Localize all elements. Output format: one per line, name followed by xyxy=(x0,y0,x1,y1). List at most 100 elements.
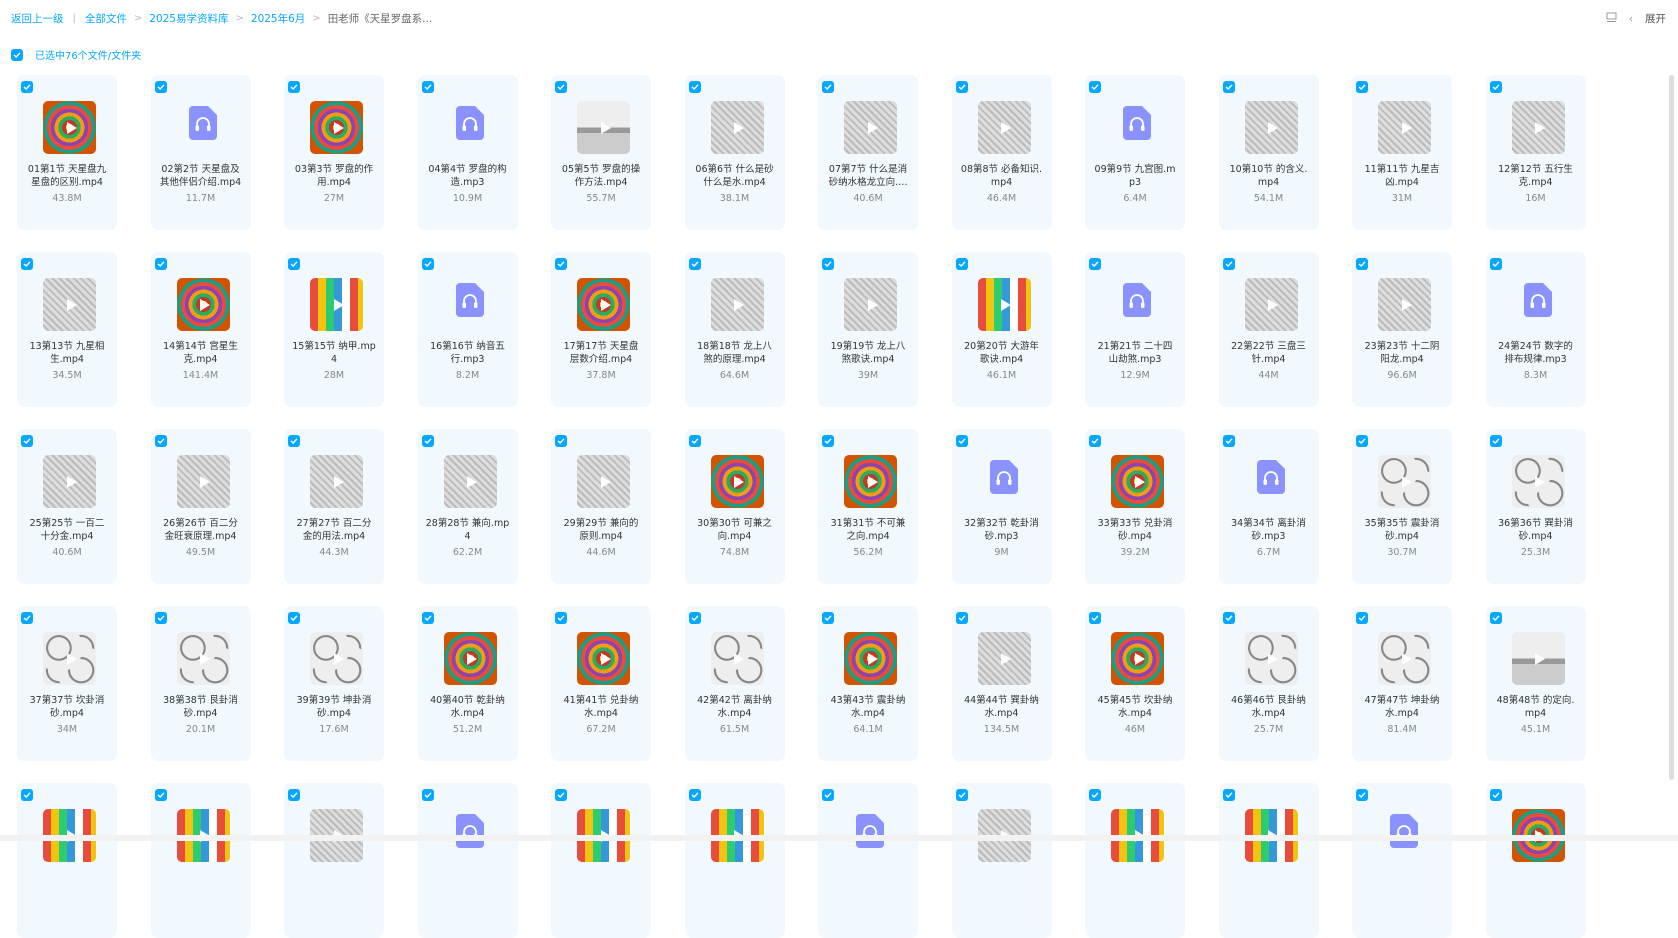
file-card[interactable]: 15第15节 纳甲.mp4 28M xyxy=(284,252,384,407)
file-checkbox[interactable] xyxy=(555,612,567,624)
file-checkbox[interactable] xyxy=(154,435,167,447)
horizontal-scrollbar[interactable] xyxy=(0,835,1678,841)
file-checkbox[interactable] xyxy=(421,789,434,801)
file-card[interactable]: 21第21节 二十四山劫煞.mp3 12.9M xyxy=(1085,252,1185,407)
file-card[interactable] xyxy=(551,783,651,938)
file-card[interactable]: 11第11节 九星吉凶.mp4 31M xyxy=(1352,75,1452,230)
vertical-scrollbar[interactable] xyxy=(1669,75,1674,780)
file-card[interactable]: 04第4节 罗盘的构造.mp3 10.9M xyxy=(417,75,518,230)
file-checkbox[interactable] xyxy=(1089,789,1101,801)
file-card[interactable] xyxy=(284,783,384,938)
file-checkbox[interactable] xyxy=(822,789,834,801)
file-checkbox[interactable] xyxy=(1222,789,1235,801)
file-checkbox[interactable] xyxy=(21,789,33,801)
file-checkbox[interactable] xyxy=(555,258,567,270)
file-card[interactable]: 36第36节 巽卦消砂.mp4 25.3M xyxy=(1485,429,1586,584)
file-checkbox[interactable] xyxy=(21,435,33,447)
file-checkbox[interactable] xyxy=(955,81,968,93)
file-checkbox[interactable] xyxy=(21,81,33,93)
file-checkbox[interactable] xyxy=(555,435,567,447)
file-checkbox[interactable] xyxy=(955,435,968,447)
file-card[interactable]: 33第33节 兑卦消砂.mp4 39.2M xyxy=(1085,429,1185,584)
file-checkbox[interactable] xyxy=(1489,81,1502,93)
file-checkbox[interactable] xyxy=(1222,81,1235,93)
back-link[interactable]: 返回上一级 xyxy=(11,11,64,26)
file-checkbox[interactable] xyxy=(421,612,434,624)
file-card[interactable]: 46第46节 艮卦纳水.mp4 25.7M xyxy=(1218,606,1319,761)
file-checkbox[interactable] xyxy=(1089,81,1101,93)
file-card[interactable]: 40第40节 乾卦纳水.mp4 51.2M xyxy=(417,606,518,761)
file-card[interactable] xyxy=(417,783,518,938)
file-card[interactable]: 12第12节 五行生克.mp4 16M xyxy=(1485,75,1586,230)
file-card[interactable]: 47第47节 坤卦纳水.mp4 81.4M xyxy=(1352,606,1452,761)
file-card[interactable]: 35第35节 震卦消砂.mp4 30.7M xyxy=(1352,429,1452,584)
file-card[interactable]: 44第44节 巽卦纳水.mp4 134.5M xyxy=(951,606,1052,761)
file-checkbox[interactable] xyxy=(154,81,167,93)
file-card[interactable]: 18第18节 龙上八煞的原理.mp4 64.6M xyxy=(684,252,785,407)
file-checkbox[interactable] xyxy=(822,258,834,270)
file-card[interactable]: 24第24节 数字的排布规律.mp3 8.3M xyxy=(1485,252,1586,407)
file-checkbox[interactable] xyxy=(288,258,300,270)
breadcrumb-item-all-files[interactable]: 全部文件 xyxy=(85,11,127,26)
file-card[interactable]: 14第14节 宫星生克.mp4 141.4M xyxy=(150,252,251,407)
file-card[interactable]: 07第7节 什么是消砂纳水格龙立向.mp4 40.6M xyxy=(818,75,918,230)
file-checkbox[interactable] xyxy=(21,612,33,624)
file-card[interactable]: 16第16节 纳音五行.mp3 8.2M xyxy=(417,252,518,407)
file-checkbox[interactable] xyxy=(1356,789,1368,801)
file-checkbox[interactable] xyxy=(822,435,834,447)
file-checkbox[interactable] xyxy=(288,81,300,93)
file-checkbox[interactable] xyxy=(288,435,300,447)
file-checkbox[interactable] xyxy=(688,612,701,624)
file-checkbox[interactable] xyxy=(1089,435,1101,447)
file-checkbox[interactable] xyxy=(421,435,434,447)
view-toggle-icon[interactable] xyxy=(1606,12,1617,26)
file-checkbox[interactable] xyxy=(1356,81,1368,93)
file-card[interactable]: 41第41节 兑卦纳水.mp4 67.2M xyxy=(551,606,651,761)
file-card[interactable]: 26第26节 百二分金旺衰原理.mp4 49.5M xyxy=(150,429,251,584)
file-card[interactable] xyxy=(150,783,251,938)
file-card[interactable] xyxy=(1085,783,1185,938)
file-card[interactable] xyxy=(1485,783,1586,938)
file-checkbox[interactable] xyxy=(955,789,968,801)
file-card[interactable]: 20第20节 大游年歌诀.mp4 46.1M xyxy=(951,252,1052,407)
file-checkbox[interactable] xyxy=(688,81,701,93)
file-card[interactable]: 25第25节 一百二十分金.mp4 40.6M xyxy=(17,429,117,584)
file-checkbox[interactable] xyxy=(21,258,33,270)
file-card[interactable]: 29第29节 兼向的原则.mp4 44.6M xyxy=(551,429,651,584)
file-card[interactable]: 02第2节 天星盘及其他伴侣介绍.mp4 11.7M xyxy=(150,75,251,230)
file-checkbox[interactable] xyxy=(154,612,167,624)
file-card[interactable]: 31第31节 不可兼之向.mp4 56.2M xyxy=(818,429,918,584)
file-checkbox[interactable] xyxy=(955,612,968,624)
file-card[interactable]: 08第8节 必备知识.mp4 46.4M xyxy=(951,75,1052,230)
file-card[interactable]: 09第9节 九宫图.mp3 6.4M xyxy=(1085,75,1185,230)
file-card[interactable]: 23第23节 十二阴阳龙.mp4 96.6M xyxy=(1352,252,1452,407)
file-checkbox[interactable] xyxy=(154,258,167,270)
file-checkbox[interactable] xyxy=(421,81,434,93)
file-card[interactable]: 30第30节 可兼之向.mp4 74.8M xyxy=(684,429,785,584)
chevron-left-icon[interactable]: ‹ xyxy=(1629,12,1633,25)
file-card[interactable]: 19第19节 龙上八煞歌诀.mp4 39M xyxy=(818,252,918,407)
file-card[interactable]: 13第13节 九星相生.mp4 34.5M xyxy=(17,252,117,407)
file-card[interactable] xyxy=(1352,783,1452,938)
file-checkbox[interactable] xyxy=(1489,789,1502,801)
file-card[interactable] xyxy=(818,783,918,938)
file-checkbox[interactable] xyxy=(1222,612,1235,624)
file-checkbox[interactable] xyxy=(1222,258,1235,270)
file-card[interactable]: 38第38节 艮卦消砂.mp4 20.1M xyxy=(150,606,251,761)
file-card[interactable] xyxy=(1218,783,1319,938)
file-card[interactable]: 17第17节 天星盘层数介绍.mp4 37.8M xyxy=(551,252,651,407)
file-checkbox[interactable] xyxy=(555,81,567,93)
file-card[interactable]: 34第34节 离卦消砂.mp3 6.7M xyxy=(1218,429,1319,584)
file-card[interactable]: 48第48节 的定向.mp4 45.1M xyxy=(1485,606,1586,761)
file-card[interactable] xyxy=(17,783,117,938)
file-card[interactable]: 28第28节 兼向.mp4 62.2M xyxy=(417,429,518,584)
file-card[interactable]: 03第3节 罗盘的作用.mp4 27M xyxy=(284,75,384,230)
file-card[interactable]: 43第43节 震卦纳水.mp4 64.1M xyxy=(818,606,918,761)
file-checkbox[interactable] xyxy=(1089,258,1101,270)
file-checkbox[interactable] xyxy=(1489,612,1502,624)
select-all-checkbox[interactable] xyxy=(11,48,23,61)
file-checkbox[interactable] xyxy=(1089,612,1101,624)
file-checkbox[interactable] xyxy=(822,612,834,624)
file-card[interactable]: 06第6节 什么是砂什么是水.mp4 38.1M xyxy=(684,75,785,230)
file-card[interactable] xyxy=(684,783,785,938)
